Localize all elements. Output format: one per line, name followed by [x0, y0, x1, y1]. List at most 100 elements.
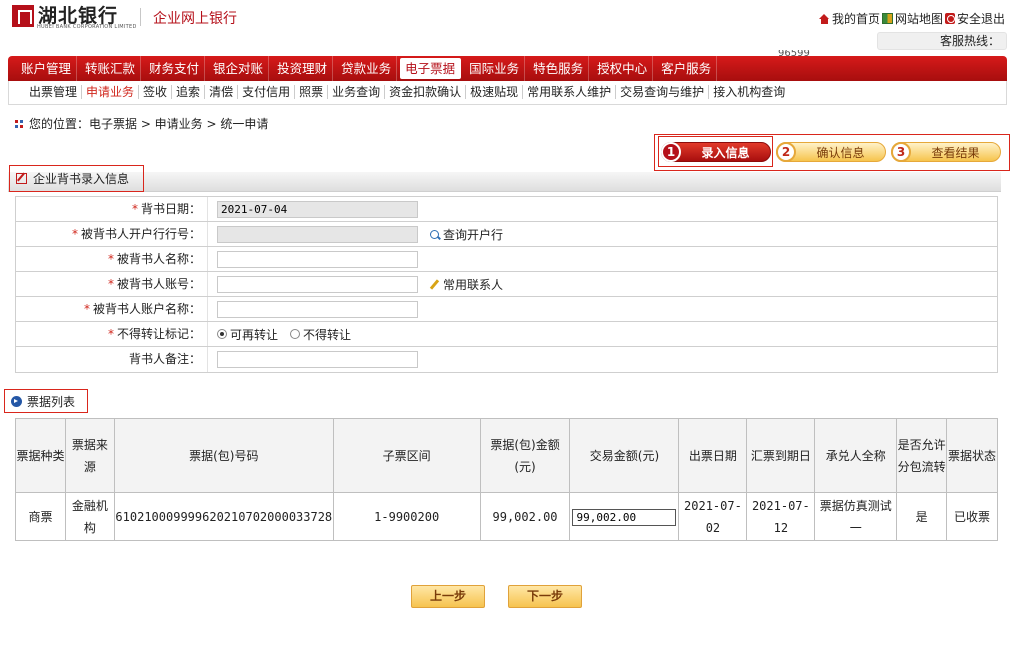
endorsee-account-input[interactable]	[217, 275, 418, 293]
bank-name-en: HUBEI BANK CORPORATION LIMITED	[37, 24, 137, 30]
nav-item-transfer[interactable]: 转账汇款	[80, 56, 142, 81]
subnav-item-recourse[interactable]: 追索	[172, 85, 206, 99]
bank-no-field	[217, 225, 418, 243]
bill-table: 票据种类 票据来源 票据(包)号码 子票区间 票据(包)金额(元) 交易金额(元…	[15, 418, 998, 541]
logo-divider	[140, 8, 141, 26]
column-header: 票据(包)号码	[113, 418, 334, 493]
row-endorsee-account-name: * 被背书人账户名称：	[16, 297, 997, 322]
cell-amount: 99,002.00	[479, 492, 571, 541]
prev-step-button[interactable]: 上一步	[411, 585, 485, 608]
radio-unselected-icon	[290, 329, 301, 339]
row-endorse-date: * 背书日期：	[16, 197, 997, 222]
search-icon	[430, 229, 439, 239]
column-header: 票据种类	[15, 418, 66, 493]
sub-nav: 出票管理 申请业务 签收 追索 清偿 支付信用 照票 业务查询 资金扣款确认 极…	[8, 81, 1007, 105]
subnav-item-settle[interactable]: 清偿	[205, 85, 239, 99]
nav-item-loans[interactable]: 贷款业务	[336, 56, 398, 81]
bank-name: 湖北银行	[38, 5, 119, 27]
nav-item-reconcile[interactable]: 银企对账	[208, 56, 270, 81]
cell-due-date: 2021-07-12	[746, 492, 816, 541]
home-link[interactable]: 我的首页	[818, 10, 880, 27]
step-confirm-info: 2 确认信息	[776, 141, 886, 162]
subnav-item-institutions[interactable]: 接入机构查询	[709, 85, 789, 99]
subnav-item-apply[interactable]: 申请业务	[82, 85, 140, 99]
next-step-button[interactable]: 下一步	[508, 585, 582, 608]
subnav-item-contacts[interactable]: 常用联系人维护	[523, 85, 617, 99]
nav-item-international[interactable]: 国际业务	[464, 56, 526, 81]
logout-icon	[944, 13, 955, 24]
cell-issue-date: 2021-07-02	[678, 492, 748, 541]
column-header: 票据来源	[64, 418, 115, 493]
radio-transferable[interactable]: 可再转让	[217, 326, 278, 343]
subnav-item-issue[interactable]: 出票管理	[25, 85, 83, 99]
common-contacts-link[interactable]: 常用联系人	[429, 276, 503, 293]
endorsee-account-name-input[interactable]	[217, 300, 418, 318]
cell-split: 是	[896, 492, 948, 541]
subnav-item-query[interactable]: 业务查询	[328, 85, 386, 99]
subnav-item-fast-discount[interactable]: 极速贴现	[466, 85, 524, 99]
nav-item-authorization[interactable]: 授权中心	[592, 56, 654, 81]
column-header: 票据(包)金额(元)	[479, 418, 571, 493]
table-header-row: 票据种类 票据来源 票据(包)号码 子票区间 票据(包)金额(元) 交易金额(元…	[15, 418, 998, 493]
cell-number: 610210009999620210702000033728	[113, 492, 334, 541]
subnav-item-credit[interactable]: 支付信用	[238, 85, 296, 99]
nav-item-featured[interactable]: 特色服务	[528, 56, 590, 81]
cell-acceptor: 票据仿真测试一	[814, 492, 898, 541]
cell-kind: 商票	[15, 492, 66, 541]
nav-item-invest[interactable]: 投资理财	[272, 56, 334, 81]
nav-item-accounts[interactable]: 账户管理	[16, 56, 78, 81]
section-bar	[8, 172, 1001, 192]
top-links: 我的首页 网站地图 安全退出	[817, 10, 1005, 27]
home-icon	[818, 13, 830, 24]
pencil-icon	[429, 278, 440, 290]
subnav-item-transactions[interactable]: 交易查询与维护	[616, 85, 710, 99]
logout-link[interactable]: 安全退出	[944, 10, 1005, 27]
column-header: 出票日期	[678, 418, 748, 493]
hotline: 客服热线：	[877, 32, 1007, 50]
subnav-item-sign[interactable]: 签收	[139, 85, 173, 99]
nav-item-payment[interactable]: 财务支付	[144, 56, 206, 81]
edit-icon	[16, 173, 27, 184]
trade-amount-input[interactable]	[572, 508, 677, 526]
column-header: 汇票到期日	[746, 418, 816, 493]
arrow-circle-icon	[11, 395, 22, 407]
row-bank-no: * 被背书人开户行行号： 查询开户行	[16, 222, 997, 247]
query-bank-link[interactable]: 查询开户行	[430, 226, 503, 243]
cell-source: 金融机构	[64, 492, 115, 541]
progress-steps: 1 录入信息 2 确认信息 3 查看结果	[654, 134, 1010, 171]
endorse-date-field	[217, 200, 418, 218]
row-endorsee-name: * 被背书人名称：	[16, 247, 997, 272]
column-header: 票据状态	[946, 418, 998, 493]
column-header: 子票区间	[332, 418, 481, 493]
table-row: 商票 金融机构 610210009999620210702000033728 1…	[15, 492, 998, 541]
header: 湖北银行 HUBEI BANK CORPORATION LIMITED 企业网上…	[0, 0, 1015, 56]
section-title: 企业背书录入信息	[9, 165, 144, 192]
bank-logo-icon	[12, 5, 34, 27]
endorsement-form: *背书日期： *被背书人开户行行号： 查询开户行 *被背书人名称： *被背书人账…	[15, 196, 998, 373]
row-remark: 背书人备注：	[16, 347, 997, 372]
nav-item-e-bills[interactable]: 电子票据	[400, 58, 462, 79]
bill-list-title: 票据列表	[4, 389, 88, 413]
row-transfer-flag: * 不得转让标记： 可再转让 不得转让	[16, 322, 997, 347]
subnav-item-photo[interactable]: 照票	[295, 85, 329, 99]
remark-input[interactable]	[217, 351, 418, 368]
grid-icon	[15, 119, 23, 128]
cell-status: 已收票	[946, 492, 998, 541]
radio-selected-icon	[217, 329, 227, 339]
step-view-result: 3 查看结果	[891, 141, 1001, 162]
cell-range: 1-9900200	[332, 492, 481, 541]
endorsee-name-input[interactable]	[217, 250, 418, 268]
nav-item-service[interactable]: 客户服务	[656, 56, 718, 81]
breadcrumb-text: 您的位置：电子票据 > 申请业务 > 统一申请	[29, 117, 269, 131]
row-endorsee-account: * 被背书人账号： 常用联系人	[16, 272, 997, 297]
column-header: 承兑人全称	[814, 418, 898, 493]
column-header: 交易金额(元)	[569, 418, 680, 493]
radio-non-transferable[interactable]: 不得转让	[290, 326, 351, 343]
main-nav: 账户管理 转账汇款 财务支付 银企对账 投资理财 贷款业务 电子票据 国际业务 …	[8, 56, 1007, 81]
subnav-item-debit-confirm[interactable]: 资金扣款确认	[385, 85, 467, 99]
cell-trade-amount	[569, 492, 680, 541]
sitemap-link[interactable]: 网站地图	[881, 10, 943, 27]
column-header: 是否允许分包流转	[896, 418, 948, 493]
step-enter-info: 1 录入信息	[661, 141, 771, 162]
product-title: 企业网上银行	[153, 11, 237, 27]
